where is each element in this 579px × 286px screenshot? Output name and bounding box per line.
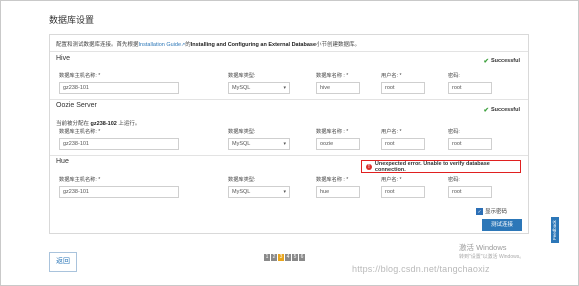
- oozie-host-note: 当前被分配在 gz238-102 上运行。: [56, 119, 140, 127]
- user-label: 用户名: *: [381, 129, 402, 135]
- status-oozie: ✔ Successful: [484, 106, 521, 114]
- hue-db-input[interactable]: hue: [316, 186, 360, 198]
- section-title-oozie: Oozie Server: [56, 102, 97, 109]
- check-icon: ✔: [483, 58, 489, 65]
- oozie-type-select[interactable]: MySQL ▾: [228, 138, 290, 150]
- oozie-password-input[interactable]: root: [448, 138, 492, 150]
- hive-db-input[interactable]: hive: [316, 82, 360, 94]
- feedback-tab[interactable]: Feedback: [551, 217, 559, 243]
- oozie-user-input[interactable]: root: [381, 138, 425, 150]
- section-title-hive: Hive: [56, 55, 71, 62]
- password-label: 密码:: [448, 129, 460, 135]
- windows-activation-title: 激活 Windows: [459, 243, 507, 252]
- divider: [50, 155, 528, 156]
- note-prefix: 当前被分配在: [56, 121, 90, 127]
- divider: [50, 51, 528, 52]
- select-value: MySQL: [232, 141, 251, 147]
- note-suffix: 上运行。: [118, 121, 141, 127]
- step-2: 2: [271, 254, 277, 261]
- watermark: https://blog.csdn.net/tangchaoxiz: [352, 264, 490, 274]
- status-hive: ✔ Successful: [484, 57, 521, 65]
- wizard-steps: 1 2 3 4 5 6: [264, 254, 305, 261]
- check-icon: ✔: [483, 107, 489, 114]
- host-label: 数据库主机名称: *: [59, 177, 101, 183]
- hive-type-select[interactable]: MySQL ▾: [228, 82, 290, 94]
- intro-text: 配置和测试数据库连接。首先根据Installation Guide↗的Insta…: [56, 40, 360, 48]
- show-password-checkbox[interactable]: ✓ 显示密码: [476, 207, 507, 215]
- hue-password-input[interactable]: root: [448, 186, 492, 198]
- host-label: 数据库主机名称: *: [59, 73, 101, 79]
- select-value: MySQL: [232, 189, 251, 195]
- hue-type-select[interactable]: MySQL ▾: [228, 186, 290, 198]
- divider: [50, 99, 528, 100]
- intro-prefix: 配置和测试数据库连接。首先根据: [56, 42, 139, 48]
- show-password-label: 显示密码: [485, 209, 508, 215]
- status-text: Successful: [490, 58, 520, 64]
- note-host: gz238-102: [90, 121, 117, 127]
- hive-password-input[interactable]: root: [448, 82, 492, 94]
- step-5: 5: [292, 254, 298, 261]
- type-label: 数据库类型:: [228, 129, 256, 135]
- caret-down-icon: ▾: [283, 85, 286, 91]
- intro-bold: Installing and Configuring an External D…: [190, 42, 317, 48]
- password-label: 密码:: [448, 177, 460, 183]
- installation-guide-link[interactable]: Installation Guide: [139, 42, 182, 48]
- step-6: 6: [299, 254, 305, 261]
- host-label: 数据库主机名称: *: [59, 129, 101, 135]
- oozie-db-input[interactable]: oozie: [316, 138, 360, 150]
- error-icon: !: [366, 163, 372, 170]
- db-name-label: 数据库名称 : *: [316, 73, 349, 79]
- back-button[interactable]: 返回: [49, 252, 77, 272]
- section-title-hue: Hue: [56, 158, 69, 165]
- oozie-host-input[interactable]: gz238-101: [59, 138, 179, 150]
- caret-down-icon: ▾: [283, 141, 286, 147]
- intro-suffix: 小节创建数据库。: [316, 42, 361, 48]
- caret-down-icon: ▾: [283, 189, 286, 195]
- db-name-label: 数据库名称 : *: [316, 129, 349, 135]
- status-text: Successful: [490, 107, 520, 113]
- user-label: 用户名: *: [381, 73, 402, 79]
- checkbox-checked-icon: ✓: [476, 207, 483, 215]
- select-value: MySQL: [232, 85, 251, 91]
- step-4: 4: [285, 254, 291, 261]
- user-label: 用户名: *: [381, 177, 402, 183]
- page-title: 数据库设置: [49, 15, 95, 25]
- type-label: 数据库类型:: [228, 73, 256, 79]
- password-label: 密码:: [448, 73, 460, 79]
- db-name-label: 数据库名称 : *: [316, 177, 349, 183]
- hive-user-input[interactable]: root: [381, 82, 425, 94]
- windows-activation-subtitle: 转到"设置"以激活 Windows。: [459, 254, 525, 260]
- step-3: 3: [278, 254, 284, 261]
- hive-host-input[interactable]: gz238-101: [59, 82, 179, 94]
- database-setup-panel: 配置和测试数据库连接。首先根据Installation Guide↗的Insta…: [49, 34, 529, 234]
- error-text: Unexpected error. Unable to verify datab…: [374, 160, 490, 173]
- hue-error-message: ! Unexpected error. Unable to verify dat…: [361, 160, 521, 173]
- step-1: 1: [264, 254, 270, 261]
- type-label: 数据库类型:: [228, 177, 256, 183]
- hue-user-input[interactable]: root: [381, 186, 425, 198]
- hue-host-input[interactable]: gz238-101: [59, 186, 179, 198]
- test-connection-button[interactable]: 测试连接: [482, 219, 522, 231]
